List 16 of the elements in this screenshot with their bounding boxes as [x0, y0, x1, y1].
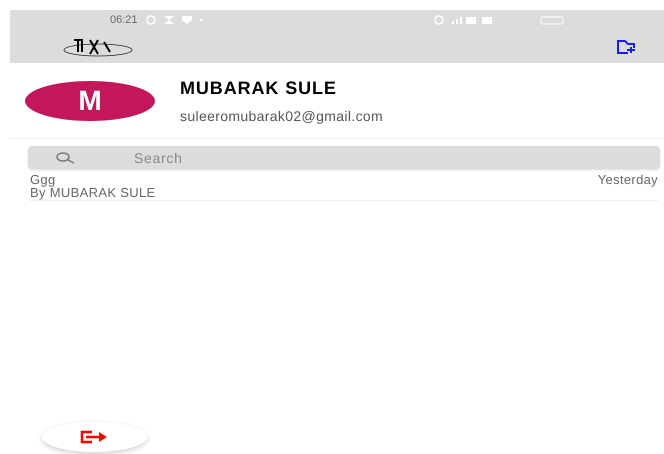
signal-icon: [452, 16, 492, 24]
status-time: 06:21: [110, 12, 138, 28]
post-title: Ggg: [30, 173, 57, 186]
avatar: M: [25, 80, 155, 120]
profile-name: MUBARAK SULE: [180, 76, 338, 100]
hourglass-icon: [164, 15, 174, 25]
post-time: Yesterday: [598, 173, 658, 186]
battery-icon: [540, 16, 564, 24]
search-field[interactable]: Search: [28, 146, 660, 169]
post-row[interactable]: Ggg By MUBARAK SULE Yesterday: [30, 173, 658, 201]
post-author: By MUBARAK SULE: [30, 186, 156, 199]
logout-icon: [80, 430, 110, 444]
shield-icon: [182, 15, 192, 25]
search-icon: [56, 152, 76, 164]
new-post-icon[interactable]: [616, 38, 636, 54]
profile-email: suleeromubarak02@gmail.com: [180, 106, 384, 126]
